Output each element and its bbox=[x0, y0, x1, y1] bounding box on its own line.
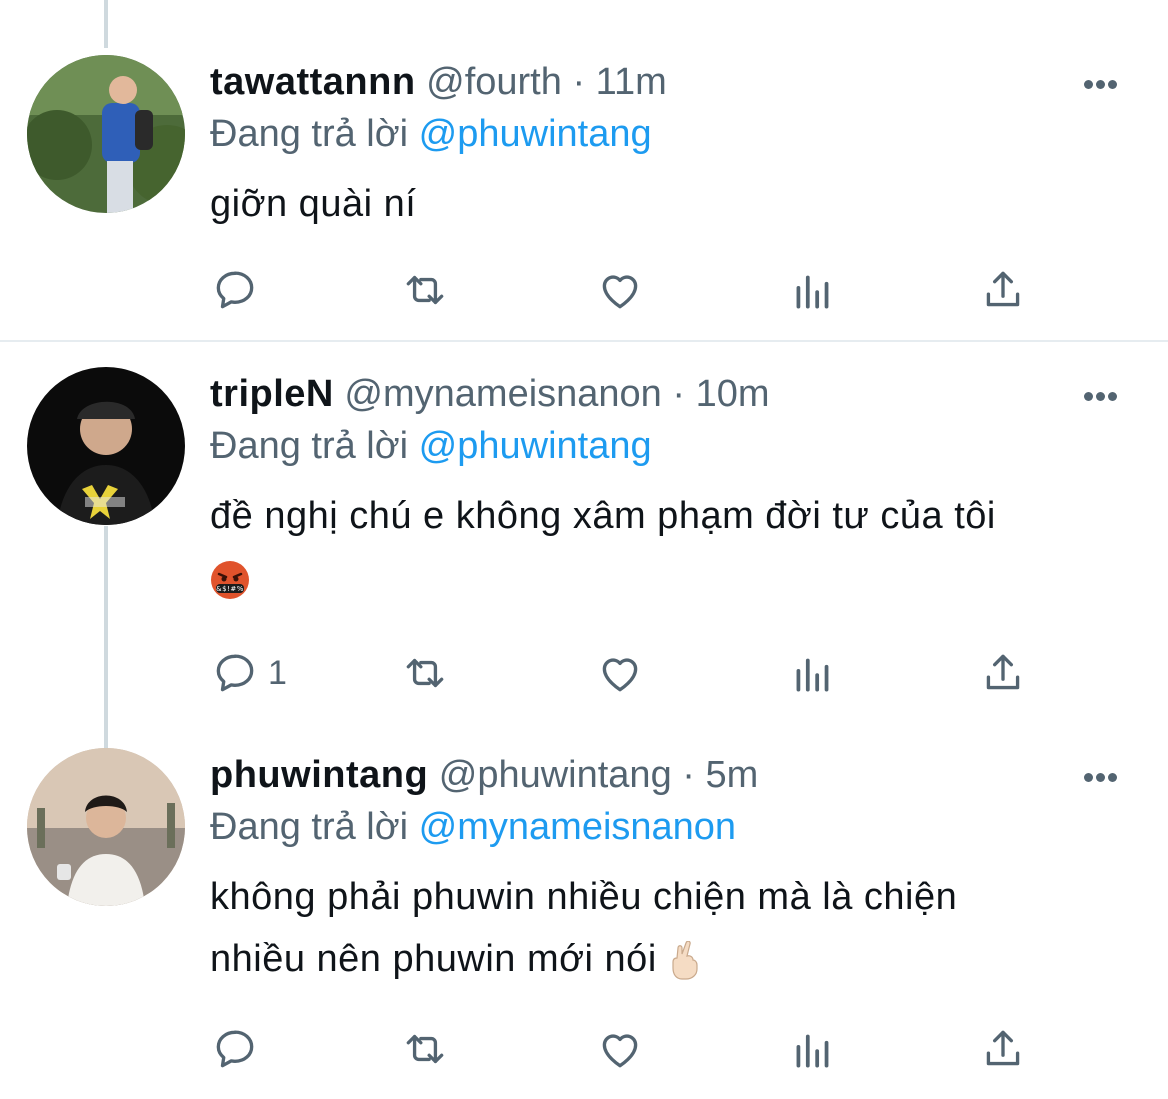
reply-count: 1 bbox=[268, 653, 287, 692]
display-name[interactable]: tawattannn bbox=[210, 61, 416, 103]
like-icon bbox=[602, 275, 638, 309]
action-bar bbox=[210, 1024, 1050, 1074]
separator: · bbox=[572, 61, 586, 103]
avatar[interactable] bbox=[27, 748, 185, 906]
like-button[interactable] bbox=[595, 648, 645, 698]
action-bar: 1 bbox=[210, 648, 1050, 698]
share-button[interactable] bbox=[978, 648, 1028, 698]
replying-to: Đang trả lời @phuwintang bbox=[210, 424, 652, 468]
more-icon[interactable] bbox=[1084, 388, 1124, 402]
more-icon[interactable] bbox=[1084, 769, 1124, 783]
timestamp[interactable]: 10m bbox=[696, 373, 770, 415]
avatar[interactable] bbox=[27, 367, 185, 525]
replying-to: Đang trả lời @phuwintang bbox=[210, 112, 652, 156]
mention-link[interactable]: @mynameisnanon bbox=[419, 806, 736, 848]
tweet-text: giỡn quài ní bbox=[210, 173, 416, 235]
analytics-icon bbox=[796, 658, 829, 692]
separator: · bbox=[682, 754, 695, 796]
share-icon bbox=[986, 1030, 1020, 1066]
tweet-text-line: đề nghị chú e không xâm phạm đời tư của … bbox=[210, 495, 996, 537]
svg-text:&$!#%: &$!#% bbox=[216, 585, 244, 593]
handle[interactable]: @phuwintang bbox=[439, 754, 672, 796]
tweet-text-line: nhiều nên phuwin mới nói bbox=[210, 928, 957, 990]
tweet-text-line: không phải phuwin nhiều chiện mà là chiệ… bbox=[210, 876, 958, 918]
action-bar bbox=[210, 265, 1050, 315]
thread-line-top bbox=[104, 0, 108, 48]
like-button[interactable] bbox=[595, 1024, 645, 1074]
like-icon bbox=[602, 1034, 638, 1068]
tweet-divider bbox=[0, 340, 1168, 342]
retweet-button[interactable] bbox=[400, 265, 450, 315]
timestamp[interactable]: 11m bbox=[596, 61, 667, 103]
display-name[interactable]: tripleN bbox=[210, 373, 334, 415]
reply-button[interactable] bbox=[210, 1024, 268, 1074]
emoji-line: &$!#% bbox=[210, 547, 996, 609]
face-with-symbols-icon: &$!#% bbox=[211, 560, 249, 599]
analytics-icon bbox=[796, 275, 829, 309]
display-name[interactable]: phuwintang bbox=[210, 754, 428, 796]
reply-icon bbox=[216, 1030, 254, 1068]
retweet-icon bbox=[406, 275, 444, 305]
like-icon bbox=[602, 658, 638, 692]
retweet-button[interactable] bbox=[400, 1024, 450, 1074]
replying-to: Đang trả lời @mynameisnanon bbox=[210, 805, 736, 849]
tweet-text: đề nghị chú e không xâm phạm đời tư của … bbox=[210, 485, 996, 609]
like-button[interactable] bbox=[595, 265, 645, 315]
reply-icon bbox=[216, 654, 254, 692]
more-icon[interactable] bbox=[1084, 76, 1124, 90]
tweet-text-line: giỡn quài ní bbox=[210, 183, 417, 225]
retweet-button[interactable] bbox=[400, 648, 450, 698]
replying-prefix: Đang trả lời bbox=[210, 425, 409, 467]
mention-link[interactable]: @phuwintang bbox=[419, 113, 652, 155]
handle[interactable]: @fourth bbox=[426, 61, 562, 103]
thread-line-mid bbox=[104, 526, 108, 748]
tweet-text: không phải phuwin nhiều chiện mà là chiệ… bbox=[210, 866, 957, 990]
crossed-fingers-icon bbox=[672, 940, 698, 980]
reply-icon bbox=[216, 271, 254, 309]
replying-prefix: Đang trả lời bbox=[210, 806, 409, 848]
avatar[interactable] bbox=[27, 55, 185, 213]
share-icon bbox=[986, 271, 1020, 307]
handle[interactable]: @mynameisnanon bbox=[344, 373, 661, 415]
tweet-text-line-content: nhiều nên phuwin mới nói bbox=[210, 938, 657, 980]
share-button[interactable] bbox=[978, 1024, 1028, 1074]
tweet-header: phuwintang @phuwintang · 5m bbox=[210, 753, 758, 797]
retweet-icon bbox=[406, 658, 444, 688]
analytics-button[interactable] bbox=[788, 648, 838, 698]
analytics-button[interactable] bbox=[788, 1024, 838, 1074]
share-icon bbox=[986, 654, 1020, 690]
mention-link[interactable]: @phuwintang bbox=[419, 425, 652, 467]
analytics-button[interactable] bbox=[788, 265, 838, 315]
replying-prefix: Đang trả lời bbox=[210, 113, 409, 155]
reply-button[interactable]: 1 bbox=[210, 648, 287, 698]
tweet-header: tawattannn @fourth · 11m bbox=[210, 60, 667, 104]
retweet-icon bbox=[406, 1034, 444, 1064]
separator: · bbox=[672, 373, 686, 415]
tweet-header: tripleN @mynameisnanon · 10m bbox=[210, 372, 770, 416]
timestamp[interactable]: 5m bbox=[706, 754, 759, 796]
reply-button[interactable] bbox=[210, 265, 268, 315]
share-button[interactable] bbox=[978, 265, 1028, 315]
analytics-icon bbox=[796, 1034, 829, 1068]
